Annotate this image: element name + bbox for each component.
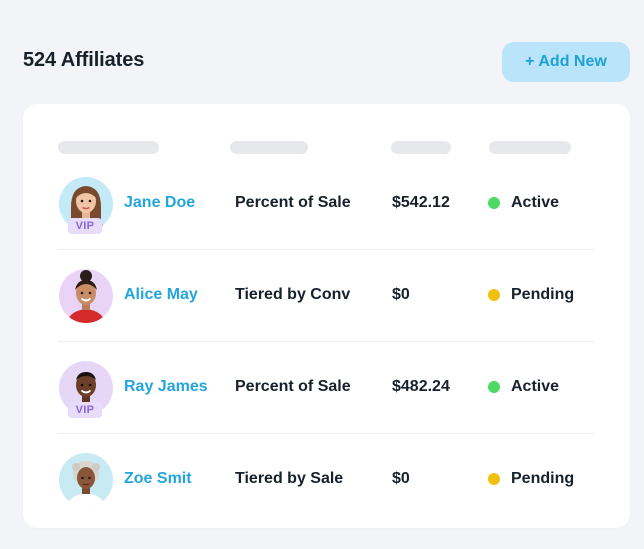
status-indicator: Active — [488, 194, 559, 212]
column-header-placeholder-name — [58, 141, 159, 154]
column-header-placeholder-status — [489, 141, 571, 154]
vip-badge: VIP — [68, 218, 102, 234]
vip-badge: VIP — [68, 402, 102, 418]
status-active-dot-icon — [488, 197, 500, 209]
commission-plan: Tiered by Sale — [235, 470, 344, 487]
commission-plan: Percent of Sale — [235, 194, 351, 211]
status-indicator: Pending — [488, 470, 574, 488]
affiliate-name-link[interactable]: Jane Doe — [124, 194, 195, 212]
avatar-container — [58, 452, 114, 508]
column-header-placeholder-plan — [230, 141, 308, 154]
avatar[interactable] — [59, 453, 113, 507]
earnings-amount: $542.12 — [392, 194, 450, 211]
earnings-amount: $0 — [392, 286, 410, 303]
affiliates-table-card: VIP Jane Doe Percent of Sale $542.12 Act… — [23, 104, 630, 528]
status-indicator: Active — [488, 378, 559, 396]
affiliate-name-link[interactable]: Ray James — [124, 378, 208, 396]
affiliate-name-link[interactable]: Alice May — [124, 286, 198, 304]
add-new-button[interactable]: + Add New — [502, 42, 630, 82]
status-pending-dot-icon — [488, 473, 500, 485]
status-label: Active — [511, 194, 560, 211]
avatar-container: VIP — [58, 176, 114, 234]
avatar-container: VIP — [58, 360, 114, 418]
status-label: Pending — [511, 286, 575, 303]
table-row[interactable]: Zoe Smit Tiered by Sale $0 Pending — [58, 434, 594, 526]
status-label: Active — [511, 378, 560, 395]
page-title: 524 Affiliates — [23, 49, 145, 71]
table-row[interactable]: Alice May Tiered by Conv $0 Pending — [58, 250, 594, 342]
earnings-amount: $0 — [392, 470, 410, 487]
status-active-dot-icon — [488, 381, 500, 393]
table-row[interactable]: VIP Jane Doe Percent of Sale $542.12 Act… — [58, 158, 594, 250]
commission-plan: Tiered by Conv — [235, 286, 351, 303]
status-label: Pending — [511, 470, 575, 487]
earnings-amount: $482.24 — [392, 378, 450, 395]
table-row[interactable]: VIP Ray James Percent of Sale $482.24 Ac… — [58, 342, 594, 434]
status-indicator: Pending — [488, 286, 574, 304]
avatar[interactable] — [59, 269, 113, 323]
column-header-placeholder-amount — [391, 141, 451, 154]
affiliate-name-link[interactable]: Zoe Smit — [124, 470, 192, 488]
status-pending-dot-icon — [488, 289, 500, 301]
avatar-container — [58, 268, 114, 324]
commission-plan: Percent of Sale — [235, 378, 351, 395]
